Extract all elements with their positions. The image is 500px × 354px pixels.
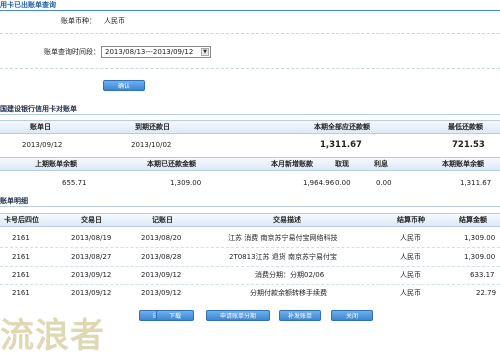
total-due-value: 1,311.67 [320,140,362,150]
watermark-text: 流浪者 [0,316,105,354]
currency-cell: 人民币 [400,253,421,261]
currency-value: 人民币 [104,17,125,25]
card-last4-cell: 2161 [12,271,30,279]
title-divider [0,10,500,11]
details-title: 账单明细 [0,197,28,205]
period-label: 账单查询时间段： [44,48,100,56]
new-charges-value: 1,964.96 [303,179,335,187]
currency-cell: 人民币 [400,271,421,279]
minimum-due-value: 721.53 [452,140,485,150]
due-date-value: 2013/10/02 [131,141,172,149]
header-total-due: 本期全部应还款额 [314,123,370,131]
interest-value: 0.00 [376,179,392,187]
summary-title: 国建设银行信用卡对账单 [0,105,77,113]
amount-cell: 22.79 [476,289,497,297]
header-interest: 利息 [374,160,388,168]
header-minimum-due: 最低还款额 [448,123,483,131]
form-divider-2 [0,68,500,69]
card-last4-cell: 2161 [12,289,30,297]
summary-divider [0,114,500,115]
posting-date-cell: 2013/08/28 [141,253,182,261]
posting-date-cell: 2013/09/12 [141,289,182,297]
header-settlement-currency: 结算币种 [397,216,425,224]
header-paid-amount: 本期已还款金额 [147,160,196,168]
row-divider [0,266,500,267]
header-current-balance: 本期账单余额 [442,160,484,168]
page-title: 用卡已出账单查询 [0,1,56,9]
amount-cell: 1,309.00 [464,253,496,261]
transaction-date-cell: 2013/09/12 [71,271,112,279]
description-cell: 江苏 消费 南京苏宁易付宝网络科技 [228,234,338,242]
period-select[interactable]: 2013/08/13---2013/09/12 ▼ [101,46,211,58]
description-cell: 消费分期：分期02/06 [255,271,325,279]
confirm-button[interactable]: 确认 [103,80,145,91]
posting-date-cell: 2013/08/20 [141,234,182,242]
details-divider [0,206,500,207]
header-transaction-date: 交易日 [81,216,102,224]
details-header-row [0,213,500,227]
current-balance-value: 1,311.67 [460,179,492,187]
amount-cell: 633.17 [470,271,495,279]
reissue-statement-button[interactable]: 补发账单 [279,310,321,321]
paid-amount-value: 1,309.00 [170,179,202,187]
transaction-date-cell: 2013/08/19 [71,234,112,242]
header-cash-advance: 取现 [335,160,349,168]
card-last4-cell: 2161 [12,253,30,261]
description-cell: 分期付款余额转移手续费 [250,289,327,297]
description-cell: 2T0813江苏 退货 南京苏宁易付宝 [229,253,337,261]
header-new-charges: 本月新增账款 [271,160,313,168]
transaction-date-cell: 2013/08/27 [71,253,112,261]
header-card-last4: 卡号后四位 [4,216,39,224]
transaction-date-cell: 2013/09/12 [71,289,112,297]
close-button[interactable]: 关闭 [331,310,373,321]
header-settlement-amount: 结算金额 [459,216,487,224]
row-divider [0,247,500,248]
previous-balance-value: 655.71 [62,179,87,187]
header-due-date: 到期还款日 [135,123,170,131]
row-divider [0,284,500,285]
period-select-value: 2013/08/13---2013/09/12 [105,48,194,56]
summary-header-row [0,120,500,134]
form-divider [0,33,500,34]
card-last4-cell: 2161 [12,234,30,242]
header-description: 交易描述 [273,216,301,224]
chevron-down-icon[interactable]: ▼ [201,48,209,56]
installment-button[interactable]: 申请账单分期 [206,310,270,321]
currency-cell: 人民币 [400,234,421,242]
posting-date-cell: 2013/09/12 [141,271,182,279]
currency-cell: 人民币 [400,289,421,297]
header-previous-balance: 上期账单余额 [35,160,77,168]
header-posting-date: 记账日 [152,216,173,224]
statement-date-value: 2013/09/12 [22,141,63,149]
header-statement-date: 账单日 [30,123,51,131]
cash-advance-value: 0.00 [335,179,351,187]
amount-cell: 1,309.00 [464,234,496,242]
currency-label: 账单币种： [61,17,96,25]
download-button[interactable]: 下载 [156,310,194,321]
